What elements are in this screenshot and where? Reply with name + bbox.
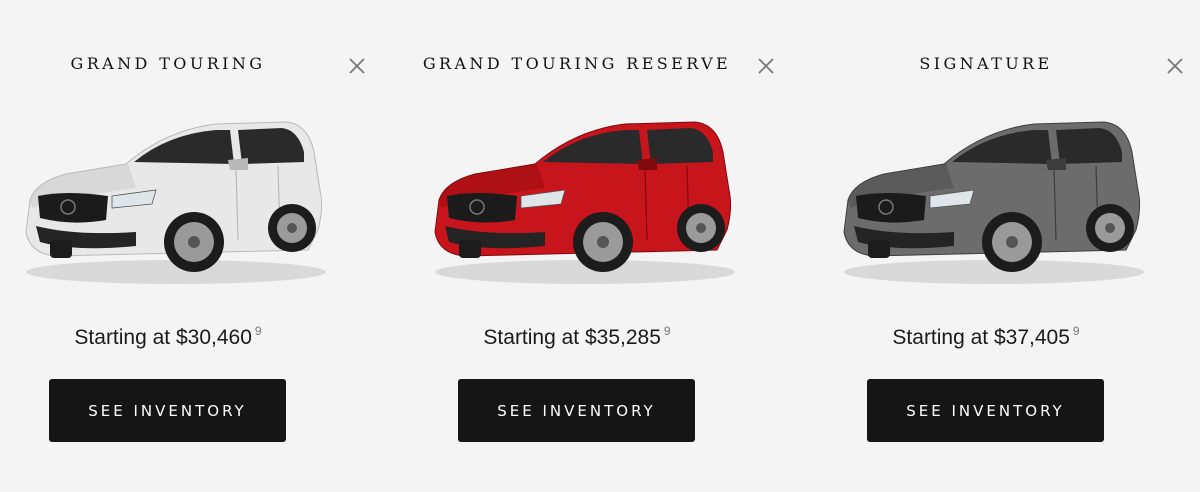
trim-title: GRAND TOURING RESERVE (422, 54, 732, 73)
car-image (16, 112, 328, 292)
price-text: Starting at $30,460 (74, 326, 252, 349)
trim-title: SIGNATURE (919, 54, 1053, 73)
see-inventory-button[interactable]: SEE INVENTORY (49, 379, 286, 442)
trim-comparison: GRAND TOURING Starting at $30,460 9 SEE I… (0, 0, 1200, 492)
trim-card-grand-touring-reserve: GRAND TOURING RESERVE Starting at $35,28… (409, 0, 799, 492)
price-text: Starting at $35,285 (483, 326, 661, 349)
price-footnote[interactable]: 9 (1073, 324, 1080, 338)
see-inventory-button[interactable]: SEE INVENTORY (867, 379, 1104, 442)
car-image (834, 112, 1146, 292)
see-inventory-button[interactable]: SEE INVENTORY (458, 379, 695, 442)
trim-card-grand-touring: GRAND TOURING Starting at $30,460 9 SEE I… (0, 0, 390, 492)
close-icon[interactable] (755, 55, 777, 77)
trim-card-signature: SIGNATURE Starting at $37,405 9 SEE INVEN… (818, 0, 1200, 492)
trim-title: GRAND TOURING (70, 54, 266, 73)
starting-price: Starting at $30,460 9 (0, 324, 336, 350)
close-icon[interactable] (1164, 55, 1186, 77)
price-footnote[interactable]: 9 (255, 324, 262, 338)
starting-price: Starting at $37,405 9 (818, 324, 1154, 350)
price-footnote[interactable]: 9 (664, 324, 671, 338)
price-text: Starting at $37,405 (892, 326, 1070, 349)
close-icon[interactable] (346, 55, 368, 77)
starting-price: Starting at $35,285 9 (409, 324, 745, 350)
car-image (425, 112, 737, 292)
